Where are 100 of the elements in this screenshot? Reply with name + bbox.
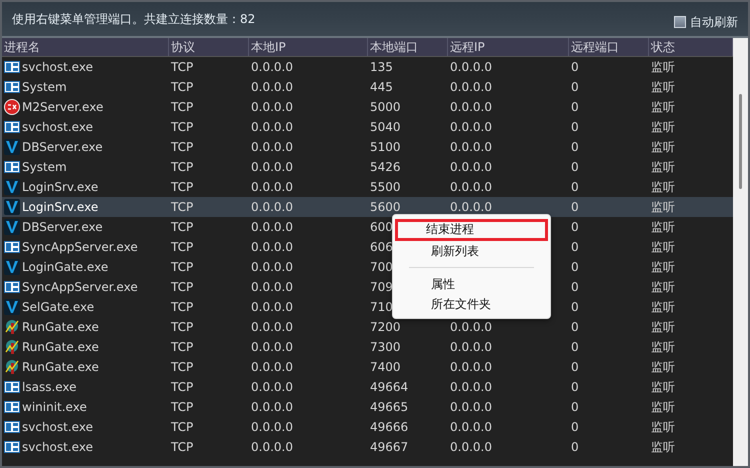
checkbox-label: 自动刷新 xyxy=(690,14,738,30)
table-cell-text: 445 xyxy=(369,79,393,96)
table-cell-text: 0.0.0.0 xyxy=(250,399,293,416)
table-cell-text: 0.0.0.0 xyxy=(449,359,492,376)
table-cell-text: TCP xyxy=(170,59,194,76)
table-cell-text: 0.0.0.0 xyxy=(449,139,492,156)
column-header[interactable]: 本地IP xyxy=(249,38,368,56)
table-cell-text: TCP xyxy=(170,299,194,316)
table-cell-text: 0 xyxy=(570,79,579,96)
scrollbar[interactable] xyxy=(733,38,748,466)
table-cell-text: 0 xyxy=(570,379,579,396)
table-cell-text: 5000 xyxy=(369,99,401,116)
window-icon xyxy=(4,381,20,393)
menu-item[interactable]: 结束进程 xyxy=(395,219,548,241)
table-cell-text: TCP xyxy=(170,339,194,356)
table-cell-text: 700 xyxy=(369,259,393,276)
table-cell-text: 监听 xyxy=(650,259,675,276)
checkbox-square[interactable] xyxy=(674,16,686,28)
table-cell-text: TCP xyxy=(170,419,194,436)
table-cell-text: 0 xyxy=(570,179,579,196)
window-icon xyxy=(4,281,20,293)
table-cell-text: 0.0.0.0 xyxy=(449,99,492,116)
table-cell-text: 0.0.0.0 xyxy=(449,399,492,416)
table-cell-text: TCP xyxy=(170,279,194,296)
table-cell-text: 135 xyxy=(369,59,393,76)
table-cell-text: TCP xyxy=(170,359,194,376)
table-cell-text: 监听 xyxy=(650,239,675,256)
letter-v-icon xyxy=(4,299,20,315)
table-cell-text: 0.0.0.0 xyxy=(250,79,293,96)
table-cell-text: TCP xyxy=(170,79,194,96)
selected-row-highlight[interactable]: LoginSrv.exe TCP 0.0.0.0 5600 0.0.0.0 0 监听 xyxy=(2,197,733,217)
auto-refresh-checkbox[interactable]: 自动刷新 xyxy=(674,8,738,30)
table-cell-text: 5040 xyxy=(369,119,401,136)
letter-v-icon xyxy=(4,219,20,235)
table-cell-text: 0 xyxy=(570,59,579,76)
table-cell-text: 7300 xyxy=(369,339,401,356)
scrollbar-thumb[interactable] xyxy=(739,94,742,189)
table-cell-text: 0.0.0.0 xyxy=(250,259,293,276)
table-cell-text: 0.0.0.0 xyxy=(250,219,293,236)
table-cell-text: 5100 xyxy=(369,139,401,156)
table-cell-text: 监听 xyxy=(650,119,675,136)
table-cell-text: 0 xyxy=(570,139,579,156)
table-cell-text: 0 xyxy=(570,239,579,256)
table-cell-text: 0.0.0.0 xyxy=(449,199,492,216)
table-cell-text: TCP xyxy=(170,379,194,396)
table-cell-text: 0.0.0.0 xyxy=(250,119,293,136)
table-cell-text: 0 xyxy=(570,159,579,176)
menu-item[interactable]: 所在文件夹 xyxy=(401,294,542,314)
table-cell-text: 0 xyxy=(570,259,579,276)
window-icon xyxy=(4,421,20,433)
table-cell-text: 0.0.0.0 xyxy=(250,59,293,76)
process-name: RunGate.exe xyxy=(22,319,99,336)
menu-item[interactable]: 刷新列表 xyxy=(401,241,542,261)
letter-v-icon xyxy=(4,139,20,155)
column-header[interactable]: 本地端口 xyxy=(368,38,448,56)
process-name: DBServer.exe xyxy=(22,219,103,236)
table-cell-text: 0.0.0.0 xyxy=(250,439,293,456)
window-icon xyxy=(4,61,20,73)
table-cell-text: 0.0.0.0 xyxy=(250,239,293,256)
table-cell-text: 监听 xyxy=(650,219,675,236)
table-cell-text: 0 xyxy=(570,419,579,436)
process-name: SyncAppServer.exe xyxy=(22,239,138,256)
table-cell-text: 5500 xyxy=(369,179,401,196)
table-cell-text: 监听 xyxy=(650,359,675,376)
table-cell-text: 0 xyxy=(570,339,579,356)
table-cell-text: 0.0.0.0 xyxy=(449,159,492,176)
process-name: SyncAppServer.exe xyxy=(22,279,138,296)
round-badge-icon xyxy=(4,99,20,115)
column-header[interactable]: 远程端口 xyxy=(569,38,649,56)
menu-item[interactable]: 属性 xyxy=(401,274,542,294)
table-cell-text: 49667 xyxy=(369,439,408,456)
process-name: lsass.exe xyxy=(22,379,77,396)
table-cell-text: 0.0.0.0 xyxy=(449,179,492,196)
table-cell-text: 监听 xyxy=(650,159,675,176)
column-header[interactable]: 远程IP xyxy=(448,38,569,56)
window-icon xyxy=(4,121,20,133)
table-cell-text: 606 xyxy=(369,239,393,256)
table-cell-text: 0.0.0.0 xyxy=(250,419,293,436)
table-cell-text: 监听 xyxy=(650,419,675,436)
window-icon xyxy=(4,401,20,413)
table-cell-text: TCP xyxy=(170,159,194,176)
process-name: System xyxy=(22,79,67,96)
table-cell-text: 7200 xyxy=(369,319,401,336)
gate-icon xyxy=(4,319,20,335)
table-cell-text: 49664 xyxy=(369,379,408,396)
table-cell-text: 0.0.0.0 xyxy=(250,179,293,196)
table-cell-text: 49665 xyxy=(369,399,408,416)
table-cell-text: TCP xyxy=(170,239,194,256)
table-cell-text: 0 xyxy=(570,219,579,236)
table-cell-text: 监听 xyxy=(650,319,675,336)
table-cell-text: 0 xyxy=(570,359,579,376)
column-header[interactable]: 进程名 xyxy=(2,38,169,56)
table-cell-text: 0.0.0.0 xyxy=(250,299,293,316)
process-name: RunGate.exe xyxy=(22,339,99,356)
process-name: DBServer.exe xyxy=(22,139,103,156)
letter-v-icon xyxy=(4,199,20,215)
letter-v-icon xyxy=(4,259,20,275)
table-cell-text: 0 xyxy=(570,319,579,336)
column-header[interactable]: 协议 xyxy=(169,38,249,56)
table-cell-text: 0 xyxy=(570,119,579,136)
